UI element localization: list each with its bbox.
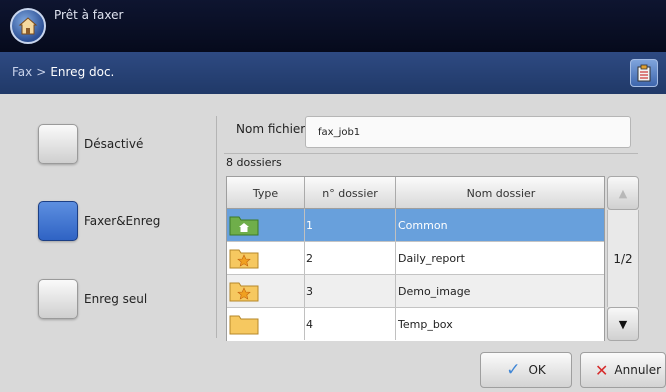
- home-icon: [18, 17, 38, 35]
- folder-icon: [229, 315, 259, 335]
- folder-count: 8 dossiers: [226, 156, 282, 169]
- folder-number-cell: 1: [305, 209, 396, 241]
- nav-bar: Fax > Enreg doc.: [0, 52, 666, 94]
- breadcrumb-current: Enreg doc.: [50, 65, 115, 79]
- scroll-up-button[interactable]: ▲: [607, 176, 639, 210]
- status-message: Prêt à faxer: [54, 8, 124, 22]
- cancel-button[interactable]: ✕ Annuler: [580, 352, 666, 388]
- column-header-folder-name[interactable]: Nom dossier: [396, 177, 606, 209]
- ok-button[interactable]: ✓ OK: [480, 352, 572, 388]
- clipboard-list-icon: [637, 64, 651, 82]
- job-list-button[interactable]: [630, 59, 658, 87]
- ok-label: OK: [528, 363, 546, 377]
- mode-off-button[interactable]: [38, 124, 78, 164]
- folder-name-cell: Daily_report: [398, 251, 465, 265]
- folder-number-cell: 3: [305, 275, 396, 307]
- column-header-type[interactable]: Type: [227, 177, 305, 209]
- mode-store-only-button[interactable]: [38, 279, 78, 319]
- status-bar: Prêt à faxer: [0, 0, 666, 52]
- table-row[interactable]: 2 Daily_report: [227, 242, 604, 275]
- folder-name-cell: Common: [398, 218, 448, 232]
- table-header: Type n° dossier Nom dossier: [227, 177, 604, 209]
- type-cell: [227, 308, 305, 340]
- star-folder-icon: [229, 282, 259, 302]
- folder-table: Type n° dossier Nom dossier 1 Common 2 D…: [226, 176, 605, 341]
- separator-line: [224, 153, 638, 154]
- divider: [216, 116, 217, 338]
- breadcrumb-fax[interactable]: Fax: [12, 65, 32, 79]
- column-header-folder-number[interactable]: n° dossier: [305, 177, 396, 209]
- home-button[interactable]: [10, 8, 46, 44]
- home-folder-icon: [229, 216, 259, 236]
- mode-store-only-label: Enreg seul: [84, 292, 148, 306]
- folder-name-cell: Temp_box: [398, 317, 453, 331]
- filename-field[interactable]: fax_job1: [305, 116, 631, 148]
- cancel-label: Annuler: [614, 363, 662, 377]
- check-icon: ✓: [506, 360, 521, 380]
- close-icon: ✕: [595, 360, 609, 380]
- mode-fax-and-store-button[interactable]: [38, 201, 78, 241]
- breadcrumb-separator: >: [36, 65, 47, 79]
- triangle-up-icon: ▲: [618, 186, 628, 200]
- page-indicator: 1/2: [607, 210, 639, 307]
- scroll-down-button[interactable]: ▼: [607, 307, 639, 341]
- folder-number-cell: 4: [305, 308, 396, 340]
- type-cell: [227, 242, 305, 274]
- folder-number-cell: 2: [305, 242, 396, 274]
- star-folder-icon: [229, 249, 259, 269]
- filename-label: Nom fichier:: [236, 122, 310, 136]
- triangle-down-icon: ▼: [618, 317, 628, 331]
- main-panel: Désactivé Faxer&Enreg Enreg seul Nom fic…: [0, 94, 666, 392]
- breadcrumb: Fax > Enreg doc.: [12, 65, 114, 79]
- type-cell: [227, 209, 305, 241]
- table-row[interactable]: 3 Demo_image: [227, 275, 604, 308]
- pager: ▲ 1/2 ▼: [607, 176, 639, 341]
- table-row[interactable]: 4 Temp_box: [227, 308, 604, 341]
- mode-fax-and-store-label: Faxer&Enreg: [84, 214, 161, 228]
- type-cell: [227, 275, 305, 307]
- mode-off-label: Désactivé: [84, 137, 144, 151]
- table-row[interactable]: 1 Common: [227, 209, 604, 242]
- folder-name-cell: Demo_image: [398, 284, 471, 298]
